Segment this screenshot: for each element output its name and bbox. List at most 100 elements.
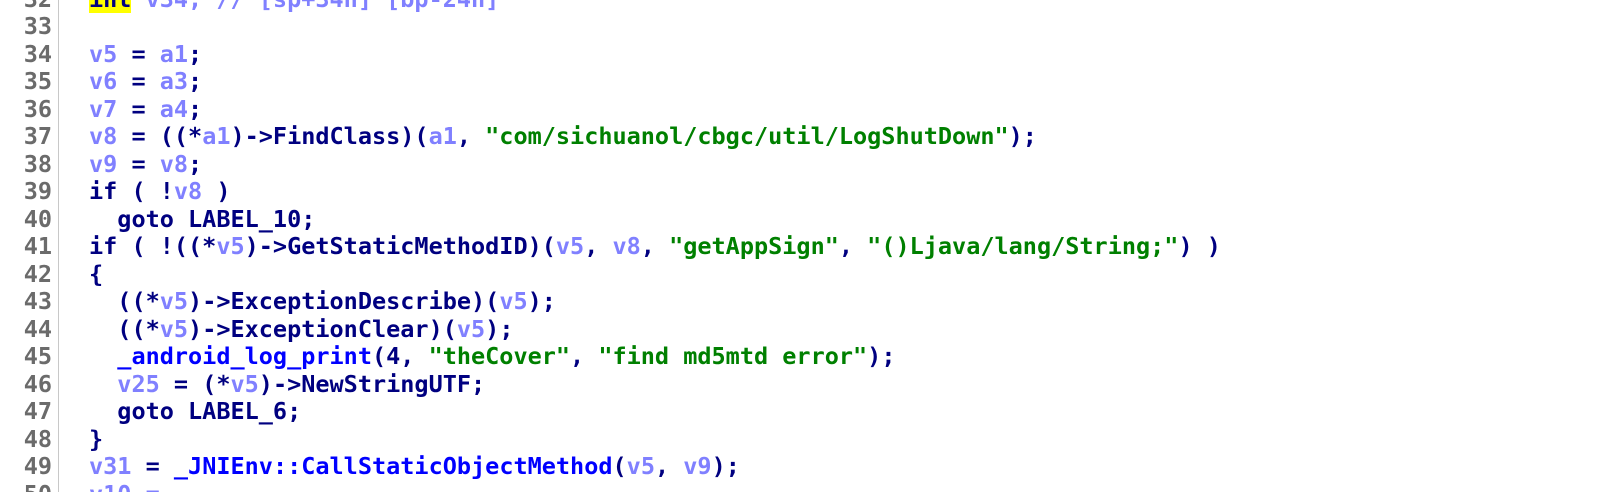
code-token: = <box>117 149 160 178</box>
code-line[interactable]: 41 if ( !((*v5)->GetStaticMethodID)(v5, v… <box>0 232 1602 261</box>
code-line[interactable]: 32int v34; // [sp+34h] [bp-24h] <box>0 0 1602 13</box>
code-line[interactable]: 35 v6 = a3; <box>0 67 1602 96</box>
code-token: ; <box>188 67 203 95</box>
code-line[interactable]: 46 v25 = (*v5)->NewStringUTF; <box>0 369 1602 399</box>
code-token: v8 <box>159 149 189 178</box>
code-token: ; <box>188 94 203 123</box>
line-number: 47 <box>23 397 52 425</box>
code-text[interactable]: v31 = _JNIEnv::CallStaticObjectMethod(v5… <box>89 452 740 481</box>
code-token: a4 <box>159 94 189 123</box>
code-token: v5 <box>159 287 189 315</box>
code-token: ((* <box>89 287 160 315</box>
line-number: 43 <box>23 287 52 315</box>
code-token: _JNIEnv::CallStaticObjectMethod <box>173 452 613 480</box>
code-token: } <box>89 424 104 453</box>
code-text[interactable]: if ( !v8 ) <box>89 177 230 206</box>
code-token: (4, <box>371 342 429 370</box>
code-line[interactable]: 39 if ( !v8 ) <box>0 177 1602 206</box>
line-number: 38 <box>23 149 52 178</box>
code-token: v5 <box>499 287 528 315</box>
code-token: v7 <box>89 94 118 123</box>
code-token: = <box>131 452 174 480</box>
code-token: if ( !((* <box>89 232 217 260</box>
code-token: = (* <box>159 369 231 398</box>
line-number: 49 <box>23 452 52 480</box>
code-token: ); <box>1008 122 1037 150</box>
code-token: ) ) <box>1178 232 1221 260</box>
code-token: v8 <box>612 232 641 260</box>
line-number: 39 <box>23 177 52 205</box>
pseudocode-view[interactable]: 32int v34; // [sp+34h] [bp-24h]3334 v5 = … <box>0 0 1602 492</box>
code-token: v8 <box>89 122 118 150</box>
code-token: , <box>584 232 613 260</box>
code-token: ); <box>527 287 556 315</box>
code-line[interactable]: 49 v31 = _JNIEnv::CallStaticObjectMethod(… <box>0 452 1602 481</box>
code-text[interactable]: _android_log_print(4, "theCover", "find … <box>89 342 895 371</box>
code-token: "theCover" <box>428 342 571 370</box>
code-token: v10 = ... <box>89 480 216 492</box>
line-number: 40 <box>23 204 52 233</box>
line-number: 44 <box>23 314 52 343</box>
code-line[interactable]: 33 <box>0 12 1602 41</box>
code-text[interactable]: if ( !((*v5)->GetStaticMethodID)(v5, v8,… <box>89 232 1221 261</box>
code-token: ; <box>188 149 203 178</box>
code-token: )->ExceptionDescribe)( <box>188 287 500 315</box>
line-number: 36 <box>23 94 52 123</box>
code-token: v5 <box>555 232 585 260</box>
code-text[interactable]: ((*v5)->ExceptionClear)(v5); <box>89 314 513 344</box>
code-line[interactable]: 47 goto LABEL_6; <box>0 397 1602 426</box>
code-token: ( <box>612 452 627 480</box>
code-token: = ((* <box>117 122 203 150</box>
line-number: 35 <box>23 67 52 95</box>
code-line[interactable]: 38 v9 = v8; <box>0 149 1602 179</box>
code-text[interactable]: } <box>89 424 104 454</box>
line-number: 45 <box>23 342 52 370</box>
code-token: goto LABEL_10; <box>89 204 316 233</box>
code-line[interactable]: 48} <box>0 424 1602 454</box>
code-token: , <box>654 452 684 480</box>
code-token: ); <box>711 452 740 480</box>
code-text[interactable]: v9 = v8; <box>89 149 203 179</box>
code-text[interactable]: v25 = (*v5)->NewStringUTF; <box>89 369 485 399</box>
line-number: 41 <box>23 232 52 260</box>
code-token: v6 <box>89 67 118 95</box>
code-text[interactable]: v6 = a3; <box>89 67 203 96</box>
code-token: "()Ljava/lang/String;" <box>867 232 1179 260</box>
code-token: { <box>89 259 104 288</box>
code-text[interactable]: v10 = ... <box>89 480 216 492</box>
code-token: a1 <box>202 122 231 150</box>
code-text[interactable]: v8 = ((*a1)->FindClass)(a1, "com/sichuan… <box>89 122 1037 151</box>
code-text[interactable]: v7 = a4; <box>89 94 203 124</box>
line-number: 50 <box>0 480 52 492</box>
code-text[interactable]: v5 = a1; <box>89 40 202 69</box>
code-text[interactable]: goto LABEL_6; <box>89 397 302 426</box>
code-token: v34; // [sp+34h] [bp-24h] <box>131 0 500 13</box>
code-line[interactable]: 37 v8 = ((*a1)->FindClass)(a1, "com/sichu… <box>0 122 1602 151</box>
code-text[interactable]: goto LABEL_10; <box>89 204 316 234</box>
code-line[interactable]: 42 { <box>0 259 1602 289</box>
code-text[interactable]: int v34; // [sp+34h] [bp-24h] <box>89 0 499 13</box>
code-text[interactable]: { <box>89 259 104 289</box>
code-token: v5 <box>230 369 259 398</box>
code-line[interactable]: 36 v7 = a4; <box>0 94 1602 124</box>
code-token: = <box>117 94 160 123</box>
code-line[interactable]: 44 ((*v5)->ExceptionClear)(v5); <box>0 314 1602 344</box>
code-line[interactable]: 43 ((*v5)->ExceptionDescribe)(v5); <box>0 287 1602 316</box>
code-token: a1 <box>428 122 457 150</box>
code-token: = <box>117 67 160 95</box>
code-token: )->ExceptionClear)( <box>188 314 457 343</box>
code-token: if ( ! <box>89 177 174 205</box>
code-line[interactable]: 50 v10 = ... <box>0 480 1602 492</box>
line-number: 46 <box>23 369 52 398</box>
line-number: 42 <box>23 259 52 288</box>
code-token: goto LABEL_6; <box>89 397 302 425</box>
code-token: v9 <box>89 149 118 178</box>
code-text[interactable]: ((*v5)->ExceptionDescribe)(v5); <box>89 287 556 316</box>
code-token: a3 <box>159 67 189 95</box>
code-line[interactable]: 45 _android_log_print(4, "theCover", "fi… <box>0 342 1602 371</box>
code-line[interactable]: 34 v5 = a1; <box>0 40 1602 69</box>
code-line[interactable]: 40 goto LABEL_10; <box>0 204 1602 234</box>
code-token: ((* <box>89 314 160 343</box>
code-token: )->FindClass)( <box>230 122 429 150</box>
code-token: , <box>640 232 670 260</box>
